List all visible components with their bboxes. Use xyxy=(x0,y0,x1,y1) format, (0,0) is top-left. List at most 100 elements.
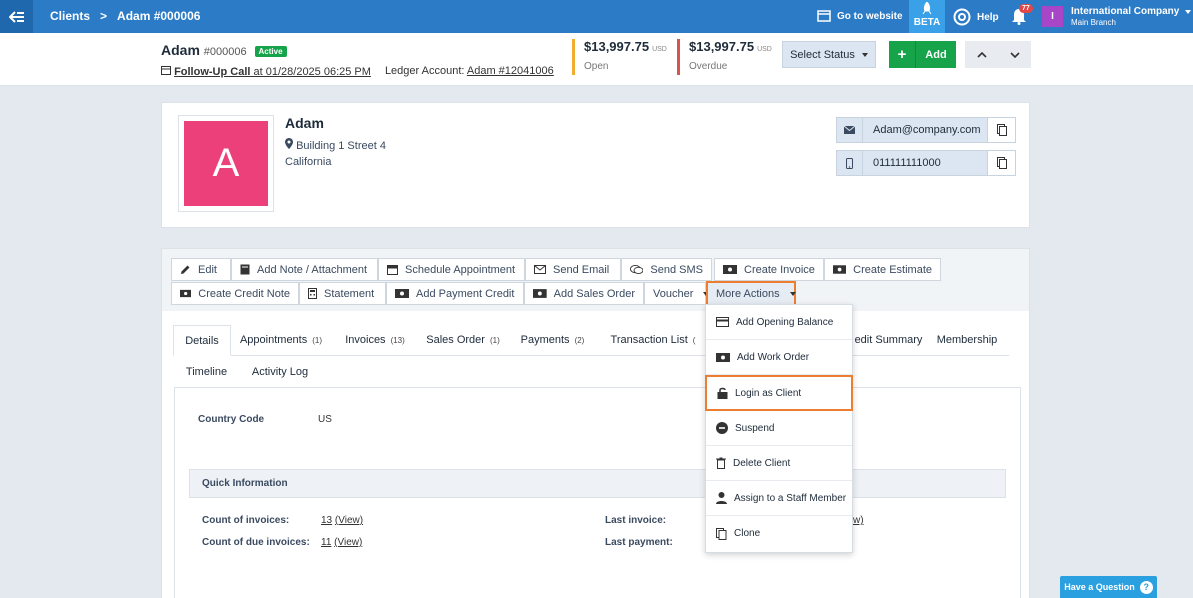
profile-address: Building 1 Street 4 California xyxy=(285,138,386,170)
add-button[interactable]: + Add xyxy=(889,41,956,68)
statement-button[interactable]: Statement xyxy=(299,282,386,305)
user-icon xyxy=(716,492,727,504)
copy-icon[interactable] xyxy=(987,118,1015,142)
go-to-website-link[interactable]: Go to website xyxy=(817,10,903,22)
money-icon xyxy=(533,289,547,298)
money-icon xyxy=(833,265,847,274)
open-label: Open xyxy=(584,61,609,72)
schedule-appointment-button[interactable]: Schedule Appointment xyxy=(378,258,525,281)
company-switcher[interactable]: International Company Main Branch xyxy=(1071,6,1192,28)
overdue-balance: $13,997.75 USD Overdue xyxy=(677,39,772,75)
tab-payments[interactable]: Payments (2) xyxy=(507,325,598,356)
chevron-right-icon: > xyxy=(100,9,108,23)
company-avatar[interactable]: I xyxy=(1042,6,1063,27)
view-invoices-link[interactable]: (View) xyxy=(335,515,363,526)
count-due-link[interactable]: 11 xyxy=(321,537,331,548)
tab-details[interactable]: Details xyxy=(173,325,231,356)
avatar: A xyxy=(178,115,274,212)
question-icon: ? xyxy=(1139,580,1153,594)
envelope-icon xyxy=(534,265,546,274)
lifebuoy-icon xyxy=(953,8,971,26)
breadcrumb-clients[interactable]: Clients xyxy=(50,9,90,23)
caret-down-icon xyxy=(789,292,796,296)
beta-button[interactable]: BETA xyxy=(909,0,945,33)
overdue-label: Overdue xyxy=(689,61,728,72)
ledger-link[interactable]: Adam #12041006 xyxy=(467,65,554,77)
credit-card-icon xyxy=(716,317,729,327)
add-sales-order-button[interactable]: Add Sales Order xyxy=(524,282,644,305)
menu-item-delete-client[interactable]: Delete Client xyxy=(706,446,852,481)
create-credit-note-button[interactable]: Create Credit Note xyxy=(171,282,299,305)
add-note-button[interactable]: Add Note / Attachment xyxy=(231,258,378,281)
count-due-value: 11 (View) xyxy=(321,537,362,548)
previous-button[interactable] xyxy=(965,41,998,68)
overdue-currency: USD xyxy=(757,46,772,53)
edit-button[interactable]: Edit xyxy=(171,258,231,281)
menu-item-label: Assign to a Staff Member xyxy=(734,492,847,504)
send-email-button[interactable]: Send Email xyxy=(525,258,621,281)
menu-item-assign-staff[interactable]: Assign to a Staff Member xyxy=(706,481,852,516)
last-invoice-label: Last invoice: xyxy=(605,515,667,526)
tab-membership[interactable]: Membership xyxy=(925,325,1009,356)
last-payment-label: Last payment: xyxy=(605,537,673,548)
envelope-icon xyxy=(837,118,863,142)
copy-icon[interactable] xyxy=(987,151,1015,175)
last-invoice-view-link[interactable]: w) xyxy=(853,515,864,526)
tab-appointments[interactable]: Appointments (1) xyxy=(231,325,331,356)
menu-item-suspend[interactable]: Suspend xyxy=(706,411,852,446)
tab-timeline[interactable]: Timeline xyxy=(173,356,240,387)
view-due-link[interactable]: (View) xyxy=(334,537,362,548)
send-email-label: Send Email xyxy=(553,263,610,276)
book-icon xyxy=(240,264,250,275)
help-link[interactable]: Help xyxy=(953,8,999,26)
add-payment-credit-button[interactable]: Add Payment Credit xyxy=(386,282,524,305)
menu-item-clone[interactable]: Clone xyxy=(706,516,852,551)
phone-value[interactable]: 011111111000 xyxy=(863,157,987,169)
voucher-dropdown[interactable]: Voucher xyxy=(644,282,710,305)
copy-icon xyxy=(716,527,727,540)
breadcrumb-current: Adam #000006 xyxy=(117,9,201,23)
have-a-question-button[interactable]: Have a Question ? xyxy=(1060,576,1157,598)
open-balance: $13,997.75 USD Open xyxy=(572,39,667,75)
chevron-up-icon xyxy=(976,51,987,58)
count-due-label: Count of due invoices: xyxy=(202,537,310,548)
tab-credit-summary[interactable]: edit Summary xyxy=(852,325,925,356)
tab-transaction-list[interactable]: Transaction List( xyxy=(598,325,708,356)
send-sms-label: Send SMS xyxy=(650,263,703,276)
menu-item-add-work-order[interactable]: Add Work Order xyxy=(706,340,852,375)
create-invoice-button[interactable]: Create Invoice xyxy=(714,258,824,281)
schedule-label: Schedule Appointment xyxy=(405,263,516,276)
mobile-icon xyxy=(837,151,863,175)
followup[interactable]: Follow-Up Call at 01/28/2025 06:25 PM xyxy=(161,65,371,78)
select-status-button[interactable]: Select Status xyxy=(782,41,876,68)
calendar-icon xyxy=(387,265,398,275)
count-invoices-link[interactable]: 13 xyxy=(321,515,332,526)
add-label: Add xyxy=(925,48,947,61)
avatar-letter: A xyxy=(184,121,268,206)
address-line-1: Building 1 Street 4 xyxy=(296,140,386,152)
create-estimate-label: Create Estimate xyxy=(853,263,932,276)
branch-name: Main Branch xyxy=(1071,18,1116,27)
followup-date: at 01/28/2025 06:25 PM xyxy=(250,66,371,78)
voucher-label: Voucher xyxy=(653,287,694,300)
tab-invoices[interactable]: Invoices (13) xyxy=(331,325,419,356)
send-sms-button[interactable]: Send SMS xyxy=(621,258,712,281)
store-icon xyxy=(817,10,831,22)
email-value[interactable]: Adam@company.com xyxy=(863,124,987,136)
menu-item-add-opening-balance[interactable]: Add Opening Balance xyxy=(706,305,852,340)
ledger-account: Ledger Account: Adam #12041006 xyxy=(385,65,554,78)
menu-item-login-as-client[interactable]: Login as Client xyxy=(705,375,853,411)
next-button[interactable] xyxy=(998,41,1031,68)
phone-contact: 011111111000 xyxy=(836,150,1016,176)
select-status-label: Select Status xyxy=(790,48,855,61)
tab-sales-order[interactable]: Sales Order (1) xyxy=(419,325,507,356)
money-icon xyxy=(395,289,409,298)
create-estimate-button[interactable]: Create Estimate xyxy=(824,258,941,281)
menu-back-icon[interactable] xyxy=(0,0,33,33)
header-meta: Follow-Up Call at 01/28/2025 06:25 PM Le… xyxy=(161,65,554,78)
help-label: Help xyxy=(977,11,999,23)
menu-item-label: Clone xyxy=(734,528,761,539)
breadcrumb: Clients > Adam #000006 xyxy=(50,9,200,23)
client-title: Adam #000006 Active xyxy=(161,42,287,58)
tab-activity-log[interactable]: Activity Log xyxy=(240,356,320,387)
